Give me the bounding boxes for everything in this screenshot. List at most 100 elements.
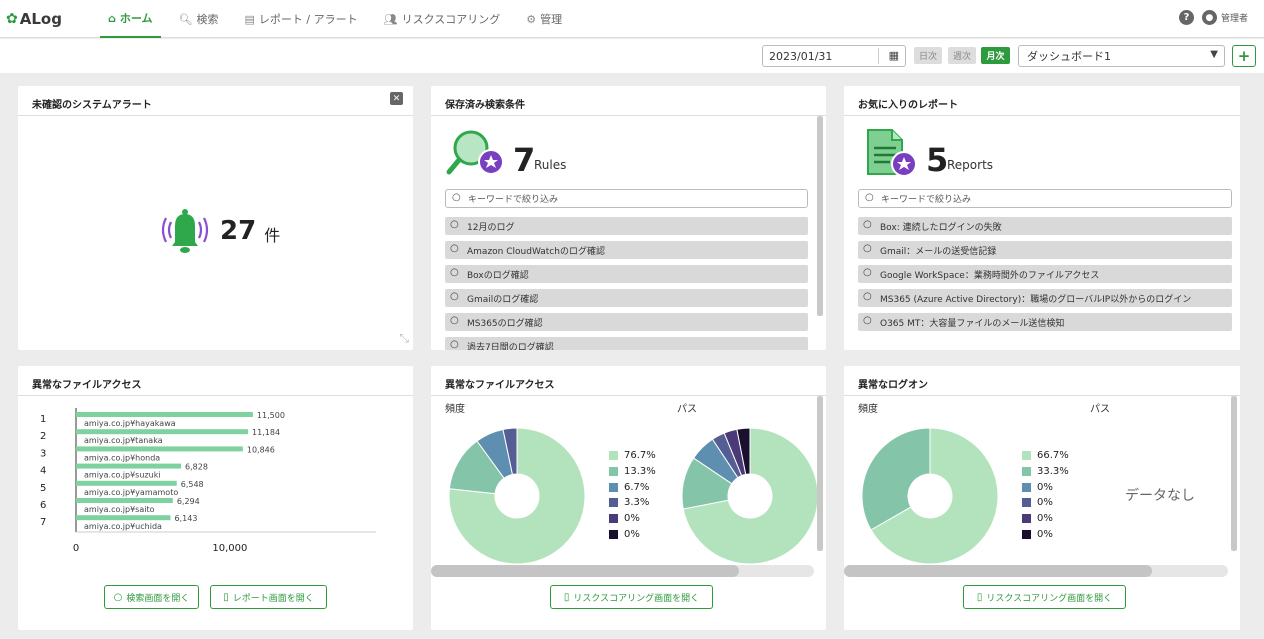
frequency-label: 頻度 — [858, 404, 878, 415]
bar-rank-label: 7 — [40, 517, 46, 528]
alog-logo[interactable]: ✿ ALog — [6, 10, 62, 28]
list-item[interactable]: ○ O365 MT：大容量ファイルのメール送信検知 — [858, 313, 1232, 331]
list-item[interactable]: ○ 過去7日間のログ確認 — [445, 337, 808, 350]
search-icon: ○ — [450, 315, 459, 326]
panel-title: 保存済み検索条件 — [445, 100, 525, 111]
bar[interactable] — [76, 515, 171, 521]
list-item[interactable]: ○ Gmailのログ確認 — [445, 289, 808, 307]
resize-handle-icon[interactable]: ⤡ — [399, 331, 409, 346]
top-navigation-bar: ✿ ALog ⌂ ホーム 🔍︎ 検索 ▤ レポート / アラート 👥︎ リスクス… — [0, 0, 1264, 38]
nav-risk-scoring[interactable]: 👥︎ リスクスコアリング — [376, 0, 509, 38]
search-icon: ○ — [450, 219, 459, 230]
dashboard-select[interactable]: ダッシュボード1 ▼ — [1018, 45, 1225, 67]
logon-frequency-donut — [861, 427, 999, 565]
bar[interactable] — [76, 412, 253, 417]
period-weekly-button[interactable]: 週次 — [948, 47, 976, 64]
list-item-label: MS365のログ確認 — [467, 318, 543, 329]
horizontal-scrollbar[interactable] — [431, 565, 814, 577]
file-access-frequency-donut — [448, 427, 586, 565]
bar-value-label: 6,294 — [177, 497, 200, 506]
legend-swatch — [609, 482, 618, 492]
scrollbar-thumb[interactable] — [817, 116, 823, 316]
search-icon: ○ — [450, 339, 459, 350]
file-access-path-donut — [681, 427, 819, 565]
period-daily-button[interactable]: 日次 — [914, 47, 942, 64]
scrollbar-thumb[interactable] — [844, 565, 1152, 577]
list-item[interactable]: ○ Amazon CloudWatchのログ確認 — [445, 241, 808, 259]
bar-category-label: amiya.co.jp¥yamamoto — [84, 488, 178, 497]
bar-value-label: 6,548 — [181, 480, 204, 489]
list-item[interactable]: ○ Box: 連続したログインの失敗 — [858, 217, 1232, 235]
nav-admin[interactable]: ⚙ 管理 — [518, 0, 570, 38]
legend-item: 76.7% — [609, 448, 656, 464]
donut-slice[interactable] — [861, 427, 931, 531]
list-item-label: Box: 連続したログインの失敗 — [880, 222, 1002, 233]
nav-report-label: レポート / アラート — [258, 13, 358, 26]
saved-search-count: 7 — [513, 141, 536, 179]
date-picker[interactable]: 2023/01/31 ▦ — [762, 45, 906, 67]
period-monthly-button[interactable]: 月次 — [981, 47, 1010, 64]
dashboard-toolbar: 2023/01/31 ▦ 日次 週次 月次 ダッシュボード1 ▼ + — [0, 39, 1264, 73]
main-nav: ⌂ ホーム 🔍︎ 検索 ▤ レポート / アラート 👥︎ リスクスコアリング ⚙… — [100, 0, 580, 38]
bar[interactable] — [76, 429, 249, 435]
scrollbar-thumb[interactable] — [817, 396, 823, 551]
nav-search[interactable]: 🔍︎ 検索 — [171, 0, 227, 38]
close-icon[interactable]: ✕ — [390, 92, 403, 105]
open-risk-scoring-button[interactable]: ▯ リスクスコアリング画面を開く — [963, 585, 1126, 609]
bar-value-label: 10,846 — [247, 445, 275, 454]
legend-item: 0% — [1022, 511, 1069, 527]
bar[interactable] — [76, 498, 173, 503]
bar[interactable] — [76, 463, 182, 469]
legend-swatch — [609, 467, 618, 477]
horizontal-scrollbar[interactable] — [844, 565, 1228, 577]
list-item[interactable]: ○ Google WorkSpace：業務時間外のファイルアクセス — [858, 265, 1232, 283]
scrollbar-thumb[interactable] — [431, 565, 739, 577]
nav-report-alert[interactable]: ▤ レポート / アラート — [237, 0, 366, 38]
legend-label: 3.3% — [624, 497, 650, 509]
document-icon: ▯ — [976, 591, 983, 603]
list-item[interactable]: ○ 12月のログ — [445, 217, 808, 235]
panel-divider — [18, 115, 413, 116]
bar[interactable] — [76, 446, 243, 452]
legend-label: 0% — [624, 528, 640, 540]
vertical-scrollbar[interactable] — [817, 116, 823, 316]
logo-text: ALog — [19, 10, 62, 28]
nav-home-label: ホーム — [119, 12, 153, 25]
legend-item: 0% — [1022, 495, 1069, 511]
favorite-report-filter-input[interactable]: ○ キーワードで絞り込み — [858, 189, 1232, 208]
bar-category-label: amiya.co.jp¥saito — [84, 505, 155, 514]
search-icon: ○ — [863, 267, 872, 278]
legend-label: 33.3% — [1037, 466, 1069, 478]
open-risk-scoring-button[interactable]: ▯ リスクスコアリング画面を開く — [550, 585, 713, 609]
help-icon[interactable]: ? — [1178, 10, 1194, 25]
add-dashboard-button[interactable]: + — [1232, 45, 1256, 67]
home-icon: ⌂ — [108, 11, 116, 25]
bar-value-label: 11,500 — [257, 411, 285, 420]
vertical-scrollbar[interactable] — [817, 396, 823, 551]
frequency-label: 頻度 — [445, 404, 465, 415]
bar[interactable] — [76, 480, 177, 486]
legend-label: 76.7% — [624, 450, 656, 462]
list-item[interactable]: ○ MS365 (Azure Active Directory)：職場のグローバル… — [858, 289, 1232, 307]
document-icon: ▯ — [223, 591, 229, 603]
nav-home[interactable]: ⌂ ホーム — [100, 0, 161, 38]
list-item[interactable]: ○ Gmail：メールの送受信記録 — [858, 241, 1232, 259]
favorite-report-unit: Reports — [947, 158, 994, 172]
list-item[interactable]: ○ MS365のログ確認 — [445, 313, 808, 331]
panel-divider — [844, 115, 1240, 116]
legend-swatch — [1022, 529, 1031, 539]
list-item[interactable]: ○ Boxのログ確認 — [445, 265, 808, 283]
alert-summary[interactable]: 27 件 — [158, 206, 280, 256]
legend-label: 0% — [1037, 513, 1053, 525]
dashboard-select-value: ダッシュボード1 — [1027, 50, 1111, 63]
panel-divider — [431, 395, 826, 396]
user-name: 管理者 — [1220, 14, 1248, 24]
vertical-scrollbar[interactable] — [1231, 396, 1237, 551]
scrollbar-thumb[interactable] — [1231, 396, 1237, 551]
open-report-button[interactable]: ▯ レポート画面を開く — [210, 585, 327, 609]
user-menu[interactable]: ● 管理者 — [1201, 10, 1248, 25]
saved-search-filter-input[interactable]: ○ キーワードで絞り込み — [445, 189, 808, 208]
date-divider — [878, 48, 879, 64]
open-search-button[interactable]: ○ 検索画面を開く — [104, 585, 199, 609]
calendar-icon[interactable]: ▦ — [889, 49, 899, 62]
